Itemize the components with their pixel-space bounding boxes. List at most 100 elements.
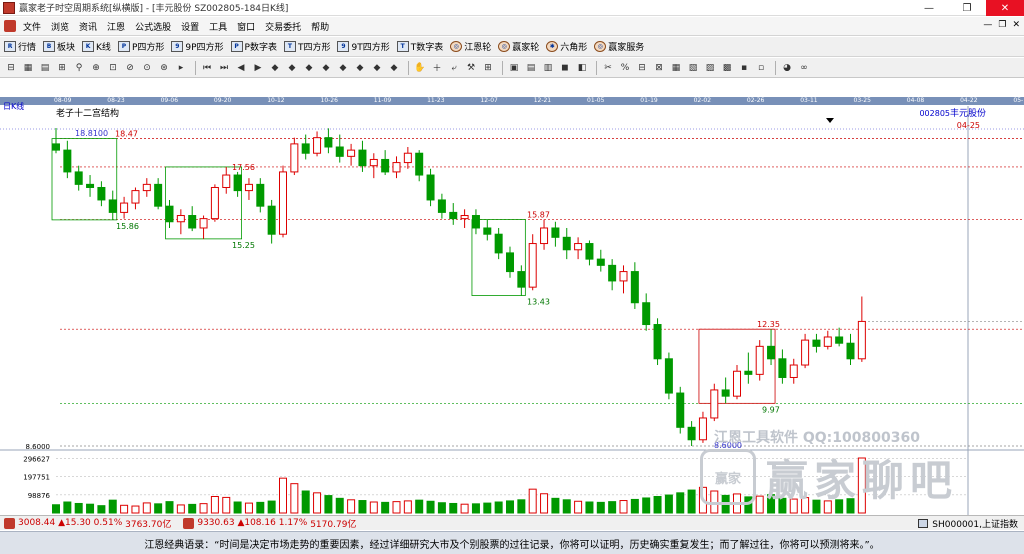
drawing-tool-icon-43[interactable]: ▨ [703,61,717,75]
drawing-tool-icon-28[interactable]: ⚒ [464,61,478,75]
drawing-tool-icon-45[interactable]: ▪ [737,61,751,75]
9t-square-button[interactable]: 9 9T四方形 [337,40,390,53]
drawing-tool-icon-18[interactable]: ◆ [302,61,316,75]
drawing-tool-icon-35[interactable]: ◧ [575,61,589,75]
mdi-restore-button[interactable]: ❐ [998,20,1006,30]
drawing-tool-icon-9[interactable]: ⊛ [157,61,171,75]
quotes-button[interactable]: R 行情 [4,40,36,53]
drawing-tool-icon-7[interactable]: ⊘ [123,61,137,75]
drawing-tool-icon-1[interactable]: ▦ [21,61,35,75]
drawing-tool-icon-2[interactable]: ▤ [38,61,52,75]
volume-bar [403,500,412,514]
drawing-tool-icon-41[interactable]: ▦ [669,61,683,75]
p-number-table-label: P数字表 [244,43,277,53]
status-right[interactable]: SH000001,上证指数 [918,517,1018,530]
drawing-tool-icon-25[interactable]: ✋ [413,61,427,75]
candle-body [426,174,435,201]
drawing-tool-icon-31[interactable]: ▣ [507,61,521,75]
minimize-button[interactable]: — [910,0,948,16]
t-square-button[interactable]: T T四方形 [283,40,330,53]
drawing-tool-icon-22[interactable]: ◆ [370,61,384,75]
gann-quote-text: 江恩经典语录：“时间是决定市场走势的重要因素，经过详细研究大市及个别股票的过往记… [144,539,880,551]
drawing-tool-icon-29[interactable]: ⊞ [481,61,495,75]
drawing-tool-icon-20[interactable]: ◆ [336,61,350,75]
drawing-tool-icon-44[interactable]: ▩ [720,61,734,75]
menu-item-help[interactable]: 帮助 [306,20,334,33]
drawing-tool-icon-4[interactable]: ⚲ [72,61,86,75]
menu-item-file[interactable]: 文件 [18,20,46,33]
drawing-tool-icon-26[interactable]: ＋ [430,61,444,75]
drawing-tool-icon-38[interactable]: % [618,61,632,75]
index-chart-icon [918,519,929,528]
drawing-tool-icon-39[interactable]: ⊟ [635,61,649,75]
menu-item-info[interactable]: 资讯 [74,20,102,33]
annotation-high: 18.8100 [75,129,108,138]
volume-bar [290,483,299,514]
drawing-tool-icon-33[interactable]: ▥ [541,61,555,75]
drawing-tool-icon-46[interactable]: ▫ [754,61,768,75]
drawing-tool-icon-17[interactable]: ◆ [285,61,299,75]
hexagon-label: 六角形 [560,43,588,53]
drawing-tool-icon-42[interactable]: ▧ [686,61,700,75]
menu-item-browse[interactable]: 浏览 [46,20,74,33]
drawing-tool-icon-5[interactable]: ⊕ [89,61,103,75]
drawing-tool-icon-12[interactable]: ⏮ [200,61,214,75]
kline-button[interactable]: K K线 [82,40,111,53]
drawing-tool-icon-49[interactable]: ∞ [797,61,811,75]
volume-axis-label: 98876 [28,492,51,500]
volume-bar [619,500,628,514]
volume-bar [324,495,333,514]
kline-label: K线 [96,43,111,53]
drawing-tool-icon-19[interactable]: ◆ [319,61,333,75]
mdi-close-button[interactable]: ✕ [1012,20,1020,30]
t-number-table-button[interactable]: T T数字表 [396,40,443,53]
menu-item-gann[interactable]: 江恩 [102,20,130,33]
menu-item-settings[interactable]: 设置 [176,20,204,33]
drawing-tool-icon-16[interactable]: ◆ [268,61,282,75]
drawing-tool-icon-15[interactable]: ▶ [251,61,265,75]
drawing-tool-icon-40[interactable]: ⊠ [652,61,666,75]
candle-body [108,199,117,213]
status-bar: 3008.44 ▲15.30 0.51% 3763.70亿 9330.63 ▲1… [0,515,1024,530]
p-square-button[interactable]: P P四方形 [117,40,164,53]
maximize-button[interactable]: ❐ [948,0,986,16]
sz-index-value: 9330.63 [197,518,235,528]
drawing-tool-icon-37[interactable]: ✂ [601,61,615,75]
drawing-tool-icon-21[interactable]: ◆ [353,61,367,75]
9p-square-button[interactable]: 9 9P四方形 [171,40,224,53]
drawing-tool-icon-10[interactable]: ▸ [174,61,188,75]
toolbar-separator [408,60,409,75]
main-toolbar: R 行情 B 板块 K K线 P P四方形 9 9P四方形 P P数字表 T T四方形 9 9T… [0,37,1024,57]
menu-item-formula[interactable]: 公式选股 [130,20,176,33]
candle-body [585,243,594,260]
drawing-tool-icon-27[interactable]: ⤶ [447,61,461,75]
close-button[interactable]: ✕ [986,0,1024,16]
hexagon-button[interactable]: ✱ 六角形 [546,40,587,53]
candle-body [222,174,231,188]
drawing-tool-icon-0[interactable]: ⊟ [4,61,18,75]
drawing-tool-icon-3[interactable]: ⊞ [55,61,69,75]
drawing-tool-icon-32[interactable]: ▤ [524,61,538,75]
drawing-tool-icon-14[interactable]: ◀ [234,61,248,75]
winner-service-button[interactable]: ◎ 赢家服务 [594,40,644,53]
drawing-tool-icon-8[interactable]: ⊙ [140,61,154,75]
sh-index-value: 3008.44 [18,518,56,528]
winner-wheel-button[interactable]: ◎ 赢家轮 [498,40,539,53]
annotation-9-97: 9.97 [762,405,780,414]
toolbar-separator [775,60,776,75]
drawing-tool-icon-6[interactable]: ⊡ [106,61,120,75]
drawing-tool-icon-13[interactable]: ⏭ [217,61,231,75]
mdi-minimize-button[interactable]: — [983,20,992,30]
drawing-tool-icon-34[interactable]: ◼ [558,61,572,75]
drawing-tool-icon-48[interactable]: ◕ [780,61,794,75]
menu-item-trade[interactable]: 交易委托 [260,20,306,33]
menu-item-window[interactable]: 窗口 [232,20,260,33]
candle-body [437,199,446,213]
sector-button[interactable]: B 板块 [43,40,75,53]
menu-item-tools[interactable]: 工具 [204,20,232,33]
volume-bar [426,500,435,514]
p-number-table-button[interactable]: P P数字表 [230,40,277,53]
candle-body [687,426,696,441]
gann-wheel-button[interactable]: ◎ 江恩轮 [450,40,491,53]
drawing-tool-icon-23[interactable]: ◆ [387,61,401,75]
